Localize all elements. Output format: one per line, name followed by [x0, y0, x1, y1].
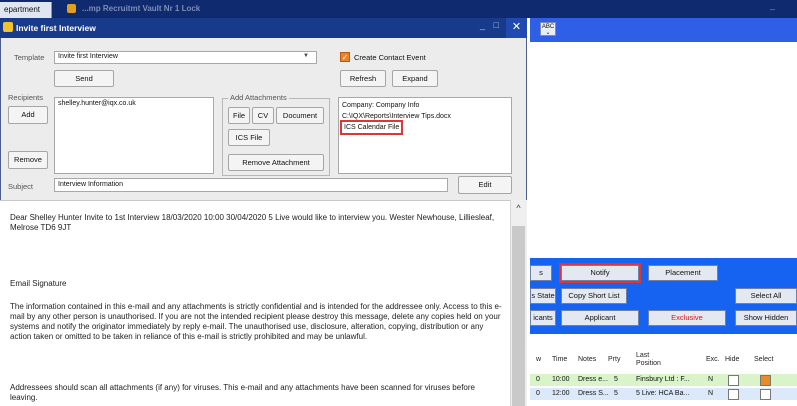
subject-label: Subject: [8, 182, 34, 191]
file-button[interactable]: File: [228, 107, 250, 124]
state-button[interactable]: s State: [530, 288, 556, 304]
exclusive-button[interactable]: Exclusive: [648, 310, 726, 326]
envelope-icon: [3, 22, 13, 32]
show-hidden-button[interactable]: Show Hidden: [735, 310, 797, 326]
window-controls[interactable]: _ □: [480, 20, 502, 30]
remove-attachment-button[interactable]: Remove Attachment: [228, 154, 324, 171]
edit-button[interactable]: Edit: [458, 176, 512, 194]
recipients-label: Recipients: [8, 93, 44, 102]
expand-button[interactable]: Expand: [392, 70, 438, 87]
col-exc[interactable]: Exc.: [706, 356, 720, 364]
applicant-button[interactable]: Applicant: [561, 310, 639, 326]
spellcheck-button[interactable]: ABC ⌄: [540, 22, 556, 36]
refresh-button[interactable]: Refresh: [340, 70, 386, 87]
list-item[interactable]: shelley.hunter@iqx.co.uk: [58, 100, 210, 107]
col-select[interactable]: Select: [754, 356, 773, 364]
close-icon: ✕: [511, 21, 522, 33]
cell-prty: 5: [614, 376, 618, 383]
body-paragraph: Dear Shelley Hunter Invite to 1st Interv…: [10, 213, 495, 232]
select-all-button[interactable]: Select All: [735, 288, 797, 304]
subject-input[interactable]: Interview Information: [54, 178, 448, 192]
col-hide[interactable]: Hide: [725, 356, 739, 364]
close-button[interactable]: ✕: [506, 18, 527, 38]
list-item[interactable]: C:\IQX\Reports\Interview Tips.docx: [342, 111, 508, 122]
applicants-button[interactable]: icants: [530, 310, 556, 326]
cell-time: 10:00: [552, 376, 570, 383]
cell-last-position: 5 Live: HCA Ba...: [636, 390, 690, 397]
placement-button[interactable]: Placement: [648, 265, 718, 281]
template-select[interactable]: Invite first Interview: [54, 51, 317, 64]
ics-file-button[interactable]: ICS File: [228, 129, 270, 146]
cell-last-position: Finsbury Ltd : F...: [636, 376, 690, 383]
department-tab[interactable]: epartment: [0, 2, 52, 18]
email-body-editor[interactable]: Dear Shelley Hunter Invite to 1st Interv…: [0, 200, 510, 406]
background-app-panel: [530, 18, 797, 406]
app-icon: [67, 4, 76, 13]
cell-notes: Dress S...: [578, 390, 609, 397]
add-recipient-button[interactable]: Add: [8, 106, 48, 124]
attachments-list[interactable]: Company: Company Info C:\IQX\Reports\Int…: [338, 97, 512, 174]
remove-recipient-button[interactable]: Remove: [8, 151, 48, 169]
cell-w: 0: [536, 390, 540, 397]
notify-button[interactable]: Notify: [559, 263, 641, 283]
create-contact-event-label: Create Contact Event: [354, 53, 426, 62]
cell-prty: 5: [614, 390, 618, 397]
shortlist-grid-header: w Time Notes Prty Last Position Exc. Hid…: [530, 352, 797, 372]
cell-exc: N: [708, 390, 714, 397]
background-minimize-button[interactable]: –: [770, 4, 775, 14]
document-button[interactable]: Document: [276, 107, 324, 124]
table-row[interactable]: 0 12:00 Dress S... 5 5 Live: HCA Ba... N: [530, 388, 797, 400]
col-last-position[interactable]: Last Position: [636, 352, 672, 368]
cv-button[interactable]: CV: [252, 107, 274, 124]
select-checkbox[interactable]: [760, 389, 771, 400]
list-item[interactable]: Company: Company Info: [342, 100, 508, 111]
hide-checkbox[interactable]: [728, 389, 739, 400]
scrollbar-thumb[interactable]: [512, 226, 525, 406]
virus-notice-paragraph: Addressees should scan all attachments (…: [10, 383, 475, 402]
select-checkbox[interactable]: [760, 375, 771, 386]
col-notes[interactable]: Notes: [578, 356, 596, 364]
list-item[interactable]: ICS Calendar File: [339, 120, 404, 135]
chevron-down-icon[interactable]: ▼: [303, 53, 309, 59]
email-signature-heading: Email Signature: [10, 279, 67, 288]
hide-checkbox[interactable]: [728, 375, 739, 386]
background-toolbar: [530, 18, 797, 42]
table-row[interactable]: 0 10:00 Dress e... 5 Finsbury Ltd : F...…: [530, 374, 797, 386]
cell-w: 0: [536, 376, 540, 383]
recipients-list[interactable]: shelley.hunter@iqx.co.uk: [54, 97, 214, 174]
copy-short-list-button[interactable]: Copy Short List: [561, 288, 627, 304]
attachments-label: Add Attachments: [228, 93, 289, 102]
cell-time: 12:00: [552, 390, 570, 397]
chevron-down-icon: ⌄: [545, 30, 551, 36]
dialog-title: Invite first Interview: [16, 23, 96, 33]
confidentiality-paragraph: The information contained in this e-mail…: [10, 302, 502, 341]
cell-notes: Dress e...: [578, 376, 608, 383]
send-button[interactable]: Send: [54, 70, 114, 87]
create-contact-event-checkbox[interactable]: ✓: [340, 52, 350, 62]
col-prty[interactable]: Prty: [608, 356, 620, 364]
col-time[interactable]: Time: [552, 356, 567, 364]
scroll-up-icon[interactable]: ^: [512, 203, 525, 215]
template-label: Template: [14, 53, 45, 62]
cell-exc: N: [708, 376, 714, 383]
partial-button[interactable]: s: [530, 265, 552, 281]
col-w[interactable]: w: [536, 356, 541, 364]
background-window-title: ...mp Recruitmt Vault Nr 1 Lock: [82, 4, 201, 13]
